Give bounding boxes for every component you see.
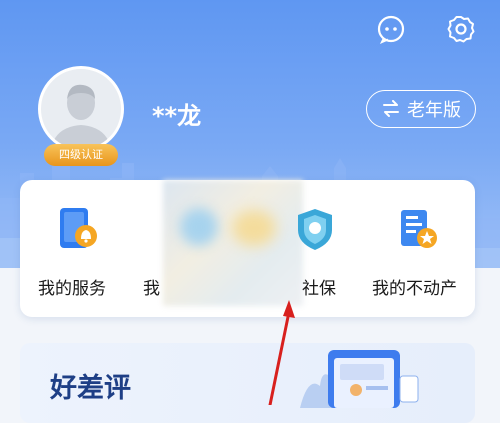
elder-mode-label: 老年版 bbox=[407, 100, 461, 121]
gear-icon[interactable] bbox=[444, 12, 478, 46]
phone-feedback-illustration bbox=[300, 350, 419, 408]
property-icon[interactable] bbox=[393, 204, 443, 254]
message-icon[interactable] bbox=[374, 12, 408, 46]
switch-arrows-icon bbox=[383, 100, 399, 117]
blurred-icon bbox=[180, 208, 218, 246]
elder-mode-button[interactable]: 老年版 bbox=[366, 90, 476, 128]
avatar[interactable] bbox=[38, 66, 124, 152]
username: **龙 bbox=[152, 102, 202, 130]
service-label-partial[interactable]: 我 bbox=[143, 274, 160, 299]
blurred-region bbox=[163, 180, 303, 306]
service-label-my-property[interactable]: 我的不动产 bbox=[372, 274, 457, 299]
verification-badge: 四级认证 bbox=[44, 144, 118, 166]
service-label-social-security[interactable]: 社保 bbox=[302, 274, 336, 299]
social-security-icon[interactable] bbox=[290, 204, 340, 254]
services-card: 我的服务 我 社保 我的不动产 bbox=[20, 180, 475, 317]
blurred-icon-2 bbox=[232, 210, 276, 246]
feedback-section-title: 好差评 bbox=[50, 373, 131, 404]
service-label-my-services[interactable]: 我的服务 bbox=[38, 274, 106, 299]
default-user-icon bbox=[51, 84, 111, 149]
bell-service-icon[interactable] bbox=[54, 204, 104, 254]
